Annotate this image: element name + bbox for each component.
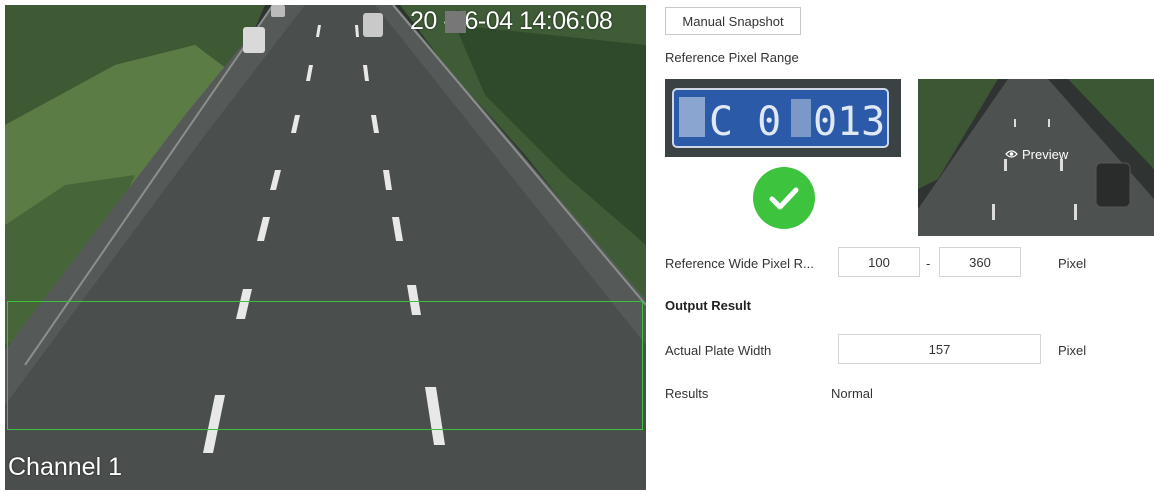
actual-plate-width-field	[838, 334, 1041, 364]
osd-channel-label: Channel 1	[8, 453, 122, 481]
osd-timestamp: 20 -06-04 14:06:08	[410, 7, 613, 35]
actual-plate-width-label: Actual Plate Width	[665, 343, 772, 358]
manual-snapshot-button[interactable]: Manual Snapshot	[665, 7, 801, 35]
svg-text:C 0: C 0	[709, 99, 781, 145]
detection-region-box[interactable]	[7, 301, 643, 430]
results-value: Normal	[831, 386, 873, 401]
range-unit-label: Pixel	[1058, 256, 1087, 271]
range-max-input[interactable]	[939, 247, 1021, 277]
actual-plate-width-unit: Pixel	[1058, 343, 1087, 358]
osd-redaction-mask	[445, 11, 466, 33]
reference-pixel-range-label: Reference Pixel Range	[665, 50, 799, 65]
eye-icon	[1005, 147, 1018, 162]
preview-label: Preview	[1022, 147, 1069, 162]
video-view[interactable]: 20 -06-04 14:06:08 Channel 1	[5, 5, 646, 490]
plate-snapshot-image: C 0 013	[665, 79, 901, 157]
range-min-input[interactable]	[838, 247, 920, 277]
preview-thumbnail[interactable]: Preview	[918, 79, 1154, 236]
range-separator: -	[926, 256, 931, 271]
results-label: Results	[665, 386, 709, 401]
check-icon	[753, 167, 815, 229]
reference-wide-pixel-range-label: Reference Wide Pixel R...	[665, 256, 814, 271]
preview-overlay[interactable]: Preview	[1005, 147, 1068, 162]
output-result-heading: Output Result	[665, 298, 751, 313]
svg-text:013: 013	[813, 99, 885, 145]
